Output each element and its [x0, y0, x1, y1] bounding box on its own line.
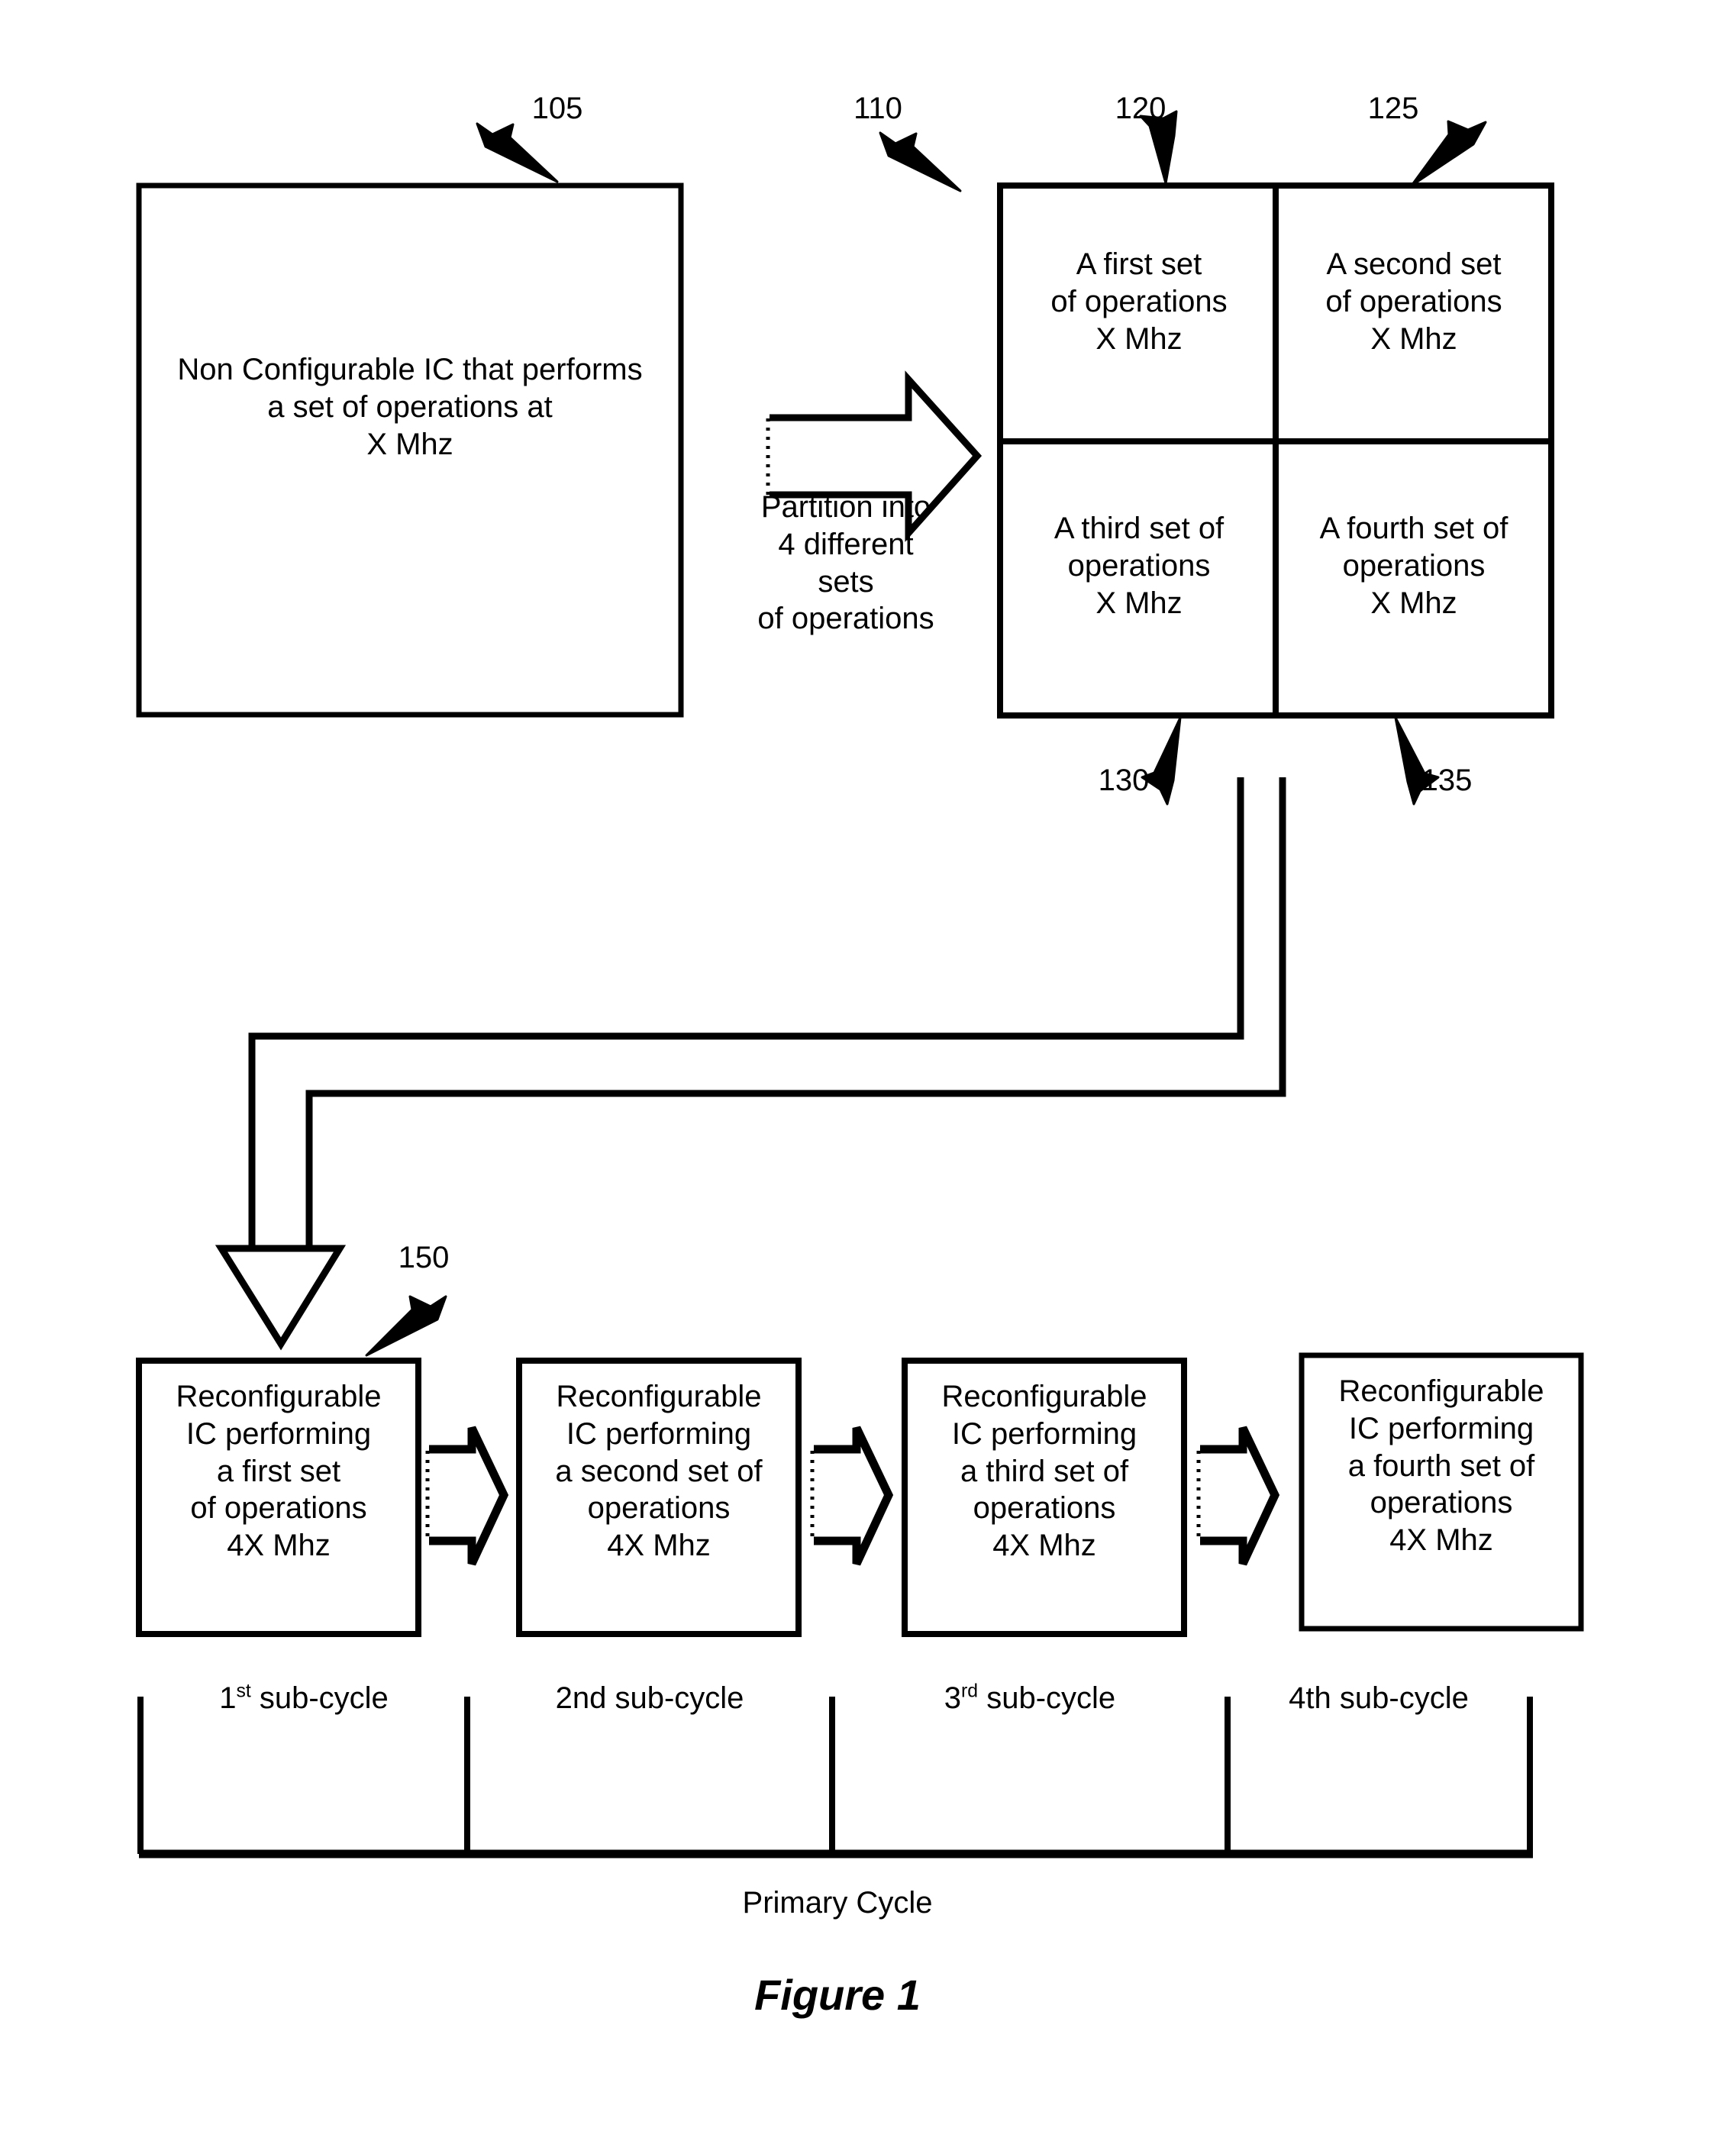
ref-number-125: 125 [1367, 92, 1419, 125]
subcycle-text-4: sub-cycle [1339, 1681, 1469, 1715]
ref-number-150: 150 [398, 1241, 450, 1274]
partition-cell-label-125: A second set of operations X Mhz [1325, 247, 1502, 356]
ref-number-105: 105 [531, 92, 583, 125]
step-arrow-2 [810, 1426, 894, 1566]
reconfig-box-label-4: Reconfigurable IC performing a fourth se… [1338, 1374, 1544, 1558]
ref-number-135: 135 [1421, 764, 1473, 797]
partition-cell-label-130: A third set of operations X Mhz [1054, 512, 1225, 620]
partition-arrow-label: Partition into 4 different sets of opera… [757, 490, 934, 636]
subcycle-ordinal-4: 4th [1289, 1681, 1331, 1715]
step-arrow-3 [1196, 1426, 1280, 1566]
subcycle-ordinal-1: 1 [219, 1681, 237, 1715]
ref-number-110: 110 [853, 92, 902, 125]
reconfig-box-label-2: Reconfigurable IC performing a second se… [555, 1380, 763, 1563]
subcycle-text-3: sub-cycle [986, 1681, 1116, 1715]
ref-number-120: 120 [1115, 92, 1166, 125]
subcycle-label-1: 1st sub-cycle [140, 1680, 467, 1717]
ref-number-130: 130 [1098, 764, 1150, 797]
timeline-bracket [137, 1697, 1533, 1859]
subcycle-label-2: 2nd sub-cycle [467, 1680, 832, 1717]
subcycle-label-3: 3rd sub-cycle [832, 1680, 1228, 1717]
partition-cell-label-120: A first set of operations X Mhz [1050, 247, 1228, 356]
source-block-label: Non Configurable IC that performs a set … [177, 353, 643, 461]
figure-caption: Figure 1 [754, 1971, 921, 2019]
partition-cell-label-135: A fourth set of operations X Mhz [1319, 512, 1509, 620]
leader-arrow-110 [879, 131, 962, 192]
subcycle-text-1: sub-cycle [259, 1681, 389, 1715]
primary-cycle-label: Primary Cycle [742, 1886, 933, 1920]
step-arrow-1 [425, 1426, 509, 1566]
subcycle-ordinal-2: 2nd [555, 1681, 607, 1715]
leader-arrow-105 [476, 122, 559, 183]
subcycle-label-4: 4th sub-cycle [1228, 1680, 1530, 1717]
subcycle-suffix-3: rd [961, 1681, 979, 1702]
figure-canvas: Non Configurable IC that performs a set … [0, 0, 1736, 2154]
reconfig-box-label-1: Reconfigurable IC performing a first set… [176, 1380, 382, 1563]
leader-arrow-150 [365, 1295, 447, 1357]
subcycle-text-2: sub-cycle [615, 1681, 744, 1715]
reconfig-box-label-3: Reconfigurable IC performing a third set… [941, 1380, 1147, 1563]
subcycle-suffix-1: st [236, 1681, 251, 1702]
subcycle-ordinal-3: 3 [944, 1681, 962, 1715]
leader-arrow-125 [1410, 120, 1487, 187]
